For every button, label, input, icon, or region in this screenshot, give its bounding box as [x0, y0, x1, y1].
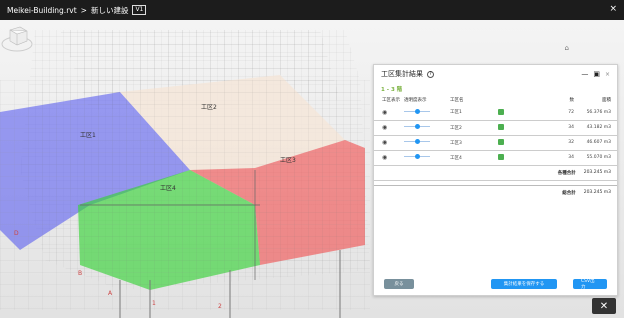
- zone-area: 55.070 m3: [574, 150, 617, 166]
- zone-count: 72: [550, 105, 574, 121]
- zone-4-label[interactable]: 工区4: [160, 183, 176, 192]
- panel-header: 工区集計結果 ? — ▣ ×: [374, 65, 617, 83]
- opacity-slider[interactable]: [404, 139, 430, 144]
- toolbar-toggle-button[interactable]: ✕: [592, 298, 616, 314]
- col-zone-name: 工区名: [450, 98, 464, 103]
- zone-1-label[interactable]: 工区1: [80, 130, 96, 139]
- zone-table: 工区表示 透明度表示 工区名 数 面積 ◉ 工区1 72 56.376 m3 ◉…: [374, 95, 617, 166]
- zone-name: 工区4: [450, 150, 498, 166]
- zone-area: 46.607 m3: [574, 135, 617, 151]
- grid-marker-2: 2: [218, 303, 222, 310]
- col-opacity: 透明度表示: [404, 98, 427, 103]
- floor-range: 1 - 3 階: [381, 87, 403, 93]
- version-badge[interactable]: V1: [132, 5, 147, 15]
- zone-count: 34: [550, 120, 574, 136]
- minimize-icon[interactable]: —: [581, 70, 588, 78]
- col-area: 面積: [602, 98, 611, 103]
- eye-icon[interactable]: ◉: [382, 109, 387, 116]
- zone-name: 工区1: [450, 105, 498, 121]
- eye-icon[interactable]: ◉: [382, 124, 387, 131]
- grid-marker-b: B: [78, 270, 83, 277]
- table-row: ◉ 工区3 32 46.607 m3: [374, 135, 617, 151]
- subtotal-value: 203.245 m3: [583, 170, 611, 175]
- title-bar: Meikei-Building.rvt > 新しい建設 V1 ×: [0, 0, 624, 20]
- table-row: ◉ 工区1 72 56.376 m3: [374, 105, 617, 121]
- save-results-button[interactable]: 集計結果を保存する: [491, 279, 557, 289]
- opacity-slider[interactable]: [404, 154, 430, 159]
- viewcube-icon[interactable]: [0, 20, 34, 54]
- grid-marker-a: A: [108, 290, 113, 297]
- panel-footer: 戻る 集計結果を保存する CSV出力: [374, 279, 617, 290]
- col-visibility: 工区表示: [382, 98, 400, 103]
- subtotal-label: 各種合計: [557, 170, 576, 176]
- eye-icon[interactable]: ◉: [382, 139, 387, 146]
- csv-export-button[interactable]: CSV出力: [573, 279, 607, 290]
- table-row: ◉ 工区4 34 55.070 m3: [374, 150, 617, 166]
- project-name[interactable]: Meikei-Building.rvt: [7, 6, 77, 15]
- table-row: ◉ 工区2 34 43.182 m3: [374, 120, 617, 136]
- eye-icon[interactable]: ◉: [382, 154, 387, 161]
- zone-count: 34: [550, 150, 574, 166]
- total-row: 総合計 203.245 m3: [374, 184, 617, 200]
- expand-icon[interactable]: ▣: [593, 70, 600, 78]
- total-label: 総合計: [562, 190, 576, 196]
- zone-2-label[interactable]: 工区2: [201, 102, 217, 111]
- home-icon[interactable]: ⌂: [565, 44, 569, 52]
- zone-count: 32: [550, 135, 574, 151]
- back-button[interactable]: 戻る: [384, 279, 414, 289]
- zone-name: 工区2: [450, 120, 498, 136]
- panel-title: 工区集計結果: [381, 70, 423, 78]
- color-swatch[interactable]: [498, 139, 504, 146]
- panel-close-icon[interactable]: ×: [605, 71, 610, 78]
- help-icon[interactable]: ?: [427, 70, 434, 78]
- zone-area: 56.376 m3: [574, 105, 617, 121]
- color-swatch[interactable]: [498, 124, 504, 131]
- zone-area: 43.182 m3: [574, 120, 617, 136]
- model-name[interactable]: 新しい建設: [91, 5, 129, 16]
- breadcrumb-separator: >: [80, 5, 87, 15]
- total-value: 203.245 m3: [583, 190, 611, 195]
- zone-summary-panel: 工区集計結果 ? — ▣ × 1 - 3 階 工区表示 透明度表示 工区名 数 …: [373, 64, 618, 296]
- zone-name: 工区3: [450, 135, 498, 151]
- close-icon[interactable]: ×: [609, 4, 617, 14]
- zone-3-label[interactable]: 工区3: [280, 155, 296, 164]
- color-swatch[interactable]: [498, 154, 504, 161]
- opacity-slider[interactable]: [404, 108, 430, 114]
- grid-marker-d: D: [14, 230, 19, 237]
- color-swatch[interactable]: [498, 109, 504, 115]
- col-color: [498, 95, 550, 105]
- opacity-slider[interactable]: [404, 124, 430, 129]
- col-count: 数: [569, 98, 575, 103]
- grid-marker-1: 1: [152, 300, 156, 307]
- subtotal-row: 各種合計 203.245 m3: [374, 166, 617, 181]
